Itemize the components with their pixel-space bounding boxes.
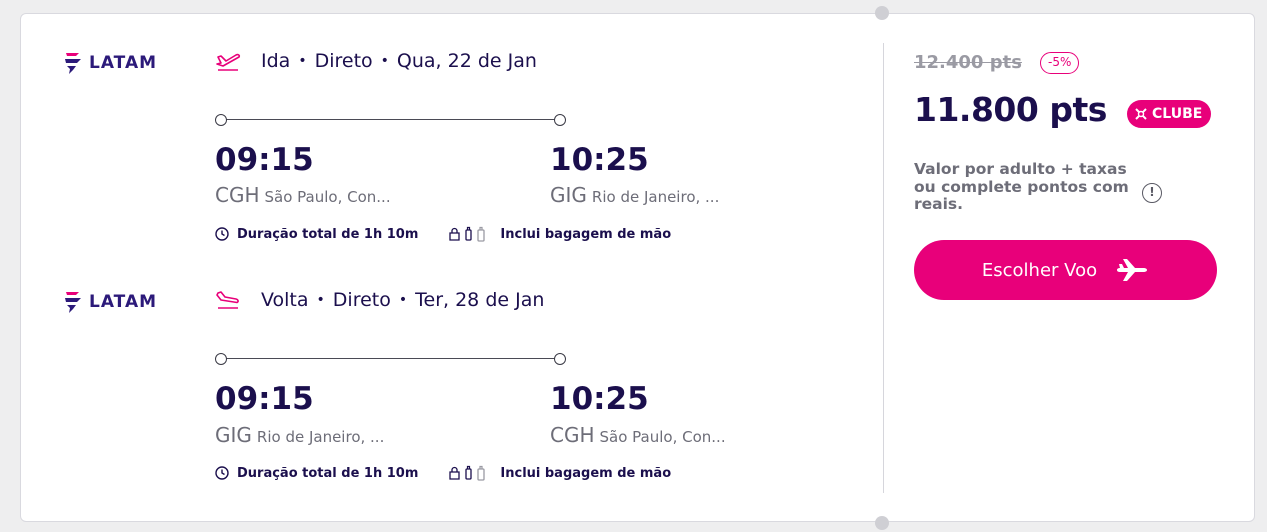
leg-date: Ter, 28 de Jan: [415, 289, 545, 311]
leg-direction: Volta: [261, 289, 309, 311]
leg-title: Ida • Direto • Qua, 22 de Jan: [261, 50, 537, 72]
flight-timeline: [215, 114, 566, 126]
leg-title: Volta • Direto • Ter, 28 de Jan: [261, 289, 545, 311]
leg-meta: Duração total de 1h 10m Inclui bagagem d…: [215, 465, 671, 481]
luggage-icon: [449, 465, 486, 481]
baggage-text: Inclui bagagem de mão: [500, 226, 672, 242]
airline-name: LATAM: [89, 292, 158, 312]
leg-type: Direto: [332, 289, 391, 311]
duration-text: Duração total de 1h 10m: [237, 226, 419, 242]
current-price: 11.800 pts: [914, 90, 1107, 129]
arrival-code: CGH: [550, 423, 595, 447]
latam-logo-icon: [65, 292, 81, 313]
clock-icon: [215, 227, 229, 241]
leg-header-outbound: Ida • Direto • Qua, 22 de Jan: [215, 50, 537, 72]
clube-badge: CLUBE: [1127, 100, 1212, 128]
arrival-code: GIG: [550, 183, 587, 207]
duration-text: Duração total de 1h 10m: [237, 465, 419, 481]
card-divider: [883, 43, 884, 493]
clube-icon: [1135, 108, 1147, 120]
price-note: Valor por adulto + taxas ou complete pon…: [914, 159, 1144, 213]
airline-logo: LATAM: [64, 289, 157, 315]
choose-flight-label: Escolher Voo: [981, 259, 1098, 281]
leg-direction: Ida: [261, 50, 291, 72]
leg-header-return: Volta • Direto • Ter, 28 de Jan: [215, 289, 544, 311]
clube-label: CLUBE: [1152, 106, 1203, 122]
departure-code: CGH: [215, 183, 260, 207]
arrival-airport: CGH São Paulo, Con...: [550, 423, 726, 447]
card-notch-top: [875, 6, 889, 20]
clock-icon: [215, 466, 229, 480]
departure-time: 09:15: [215, 142, 314, 178]
baggage-info: Inclui bagagem de mão: [448, 226, 671, 242]
price-note-line3: reais.: [914, 195, 964, 213]
leg-type: Direto: [314, 50, 373, 72]
price-note-line2: ou complete pontos com: [914, 178, 1129, 196]
luggage-icon: [449, 226, 486, 242]
arrival-time: 10:25: [550, 142, 649, 178]
plane-takeoff-icon: [216, 53, 241, 71]
leg-date: Qua, 22 de Jan: [396, 50, 537, 72]
arrival-city: São Paulo, Con...: [599, 428, 726, 446]
arrival-time: 10:25: [550, 381, 649, 417]
departure-time: 09:15: [215, 381, 314, 417]
choose-flight-button[interactable]: Escolher Voo: [914, 240, 1217, 300]
card-notch-bottom: [875, 516, 889, 530]
original-price: 12.400 pts: [914, 52, 1022, 73]
flight-timeline: [215, 353, 566, 365]
plane-landing-icon: [216, 291, 239, 309]
arrival-airport: GIG Rio de Janeiro, ...: [550, 183, 719, 207]
baggage-text: Inclui bagagem de mão: [500, 465, 672, 481]
airline-logo: LATAM: [64, 50, 157, 76]
departure-code: GIG: [215, 423, 252, 447]
latam-logo-icon: [65, 53, 81, 74]
departure-airport: CGH São Paulo, Con...: [215, 183, 391, 207]
airplane-icon: [1117, 259, 1148, 281]
departure-city: São Paulo, Con...: [264, 188, 391, 206]
price-note-line1: Valor por adulto + taxas: [914, 160, 1127, 178]
departure-city: Rio de Janeiro, ...: [256, 428, 385, 446]
departure-airport: GIG Rio de Janeiro, ...: [215, 423, 384, 447]
discount-badge: -5%: [1040, 52, 1080, 74]
leg-meta: Duração total de 1h 10m Inclui bagagem d…: [215, 226, 671, 242]
info-icon[interactable]: !: [1142, 183, 1162, 203]
arrival-city: Rio de Janeiro, ...: [591, 188, 720, 206]
airline-name: LATAM: [89, 53, 158, 73]
baggage-info: Inclui bagagem de mão: [448, 465, 671, 481]
